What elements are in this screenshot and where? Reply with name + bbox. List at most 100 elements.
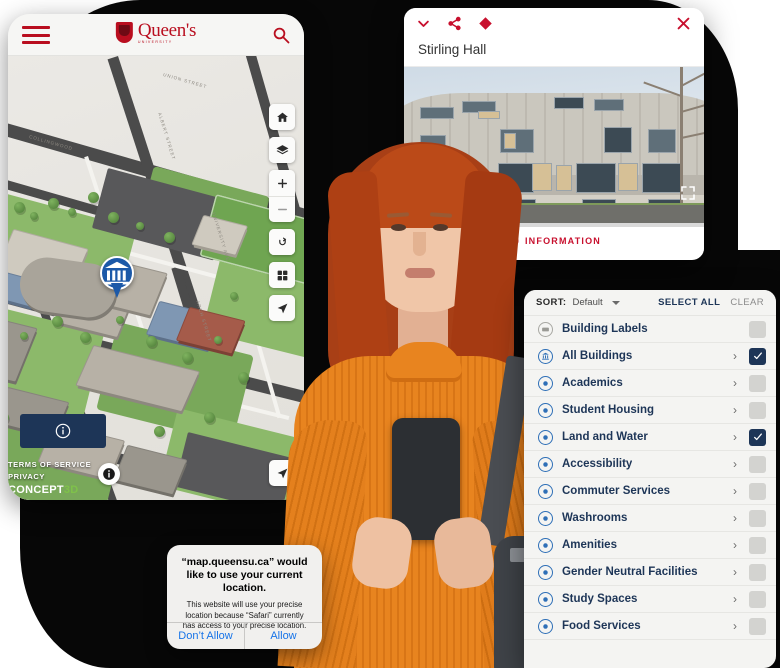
chevron-down-icon[interactable] bbox=[416, 16, 431, 31]
chevron-right-icon[interactable]: › bbox=[729, 349, 741, 363]
chevron-right-icon[interactable]: › bbox=[729, 457, 741, 471]
filter-row[interactable]: Study Spaces › bbox=[524, 586, 776, 613]
filter-checkbox[interactable] bbox=[749, 428, 766, 446]
street-label: ALBERT STREET bbox=[157, 112, 177, 161]
commuter-icon bbox=[538, 483, 553, 499]
logo-wordmark: Queen's bbox=[137, 20, 197, 41]
filter-row-label: Washrooms bbox=[562, 512, 628, 524]
queens-crest-icon bbox=[115, 22, 133, 44]
filter-checkbox[interactable] bbox=[749, 455, 766, 473]
hamburger-icon[interactable] bbox=[22, 26, 50, 44]
filter-row[interactable]: Amenities › bbox=[524, 532, 776, 559]
search-icon[interactable] bbox=[272, 26, 290, 44]
study-spaces-icon bbox=[538, 591, 553, 607]
filter-row[interactable]: Land and Water › bbox=[524, 424, 776, 451]
filter-row-label: Commuter Services bbox=[562, 485, 671, 497]
info-circle-icon bbox=[55, 423, 71, 439]
map-app-header: Queen's UNIVERSITY bbox=[8, 14, 304, 56]
amenities-icon bbox=[538, 537, 553, 553]
queens-university-logo: Queen's UNIVERSITY bbox=[115, 20, 197, 45]
pin-tail bbox=[111, 283, 123, 298]
dont-allow-button[interactable]: Don’t Allow bbox=[167, 623, 245, 649]
fullscreen-expand-icon[interactable] bbox=[680, 185, 696, 201]
terms-of-service-link[interactable]: TERMS OF SERVICE bbox=[8, 459, 158, 471]
filter-row[interactable]: Food Services › bbox=[524, 613, 776, 640]
map-filter-panel: SORT: Default SELECT ALL CLEAR Building … bbox=[524, 290, 776, 668]
location-permission-dialog: “map.queensu.ca” would like to use your … bbox=[167, 545, 322, 649]
filter-row-label: Gender Neutral Facilities bbox=[562, 566, 698, 578]
land-water-icon bbox=[538, 429, 553, 445]
clear-button[interactable]: CLEAR bbox=[730, 297, 764, 308]
chevron-right-icon[interactable]: › bbox=[729, 484, 741, 498]
filter-checkbox[interactable] bbox=[749, 509, 766, 527]
food-icon bbox=[538, 618, 553, 634]
filter-checkbox[interactable] bbox=[749, 401, 766, 419]
housing-icon bbox=[538, 402, 553, 418]
chevron-right-icon[interactable]: › bbox=[729, 619, 741, 633]
nose bbox=[413, 232, 426, 256]
filter-row[interactable]: All Buildings › bbox=[524, 343, 776, 370]
washroom-icon bbox=[538, 510, 553, 526]
photo-card-toolbar bbox=[404, 8, 704, 38]
filter-checkbox[interactable] bbox=[749, 563, 766, 581]
chevron-down-icon[interactable] bbox=[611, 300, 620, 305]
screenshot-root: Queen's UNIVERSITY UNION STREET COLLINGW… bbox=[0, 0, 780, 668]
logo-subtext: UNIVERSITY bbox=[137, 40, 173, 44]
filter-row[interactable]: Washrooms › bbox=[524, 505, 776, 532]
filter-row-label: Accessibility bbox=[562, 458, 633, 470]
sort-label: SORT: bbox=[536, 297, 567, 308]
filter-row-label: Land and Water bbox=[562, 431, 648, 443]
eye-right bbox=[433, 224, 448, 231]
filter-row[interactable]: Accessibility › bbox=[524, 451, 776, 478]
privacy-link[interactable]: PRIVACY bbox=[8, 471, 158, 483]
filter-row[interactable]: Academics › bbox=[524, 370, 776, 397]
chevron-right-icon[interactable]: › bbox=[729, 565, 741, 579]
filter-row-list: Building Labels All Buildings › Academics › S… bbox=[524, 316, 776, 640]
filter-checkbox[interactable] bbox=[749, 536, 766, 554]
filter-row[interactable]: Gender Neutral Facilities › bbox=[524, 559, 776, 586]
filter-checkbox[interactable] bbox=[749, 347, 766, 365]
academics-icon bbox=[538, 375, 553, 391]
select-all-button[interactable]: SELECT ALL bbox=[658, 297, 720, 308]
sort-value[interactable]: Default bbox=[573, 297, 603, 308]
chevron-right-icon[interactable]: › bbox=[729, 403, 741, 417]
concept3d-brand: CONCEPT3D bbox=[8, 484, 158, 496]
map-legal-badge bbox=[20, 414, 106, 448]
chevron-right-icon[interactable]: › bbox=[729, 376, 741, 390]
filter-checkbox[interactable] bbox=[749, 617, 766, 635]
concept3d-brand-main: CONCEPT bbox=[8, 484, 64, 496]
filter-row-label: All Buildings bbox=[562, 350, 633, 362]
allow-button[interactable]: Allow bbox=[245, 623, 322, 649]
filter-panel-header: SORT: Default SELECT ALL CLEAR bbox=[524, 290, 776, 316]
share-icon[interactable] bbox=[447, 16, 462, 31]
building-title: Stirling Hall bbox=[404, 38, 704, 67]
label-tag-icon bbox=[538, 321, 553, 337]
filter-row-label: Study Spaces bbox=[562, 593, 638, 605]
filter-checkbox[interactable] bbox=[749, 320, 766, 338]
filter-checkbox[interactable] bbox=[749, 374, 766, 392]
street-label: UNION STREET bbox=[162, 72, 208, 90]
dialog-actions: Don’t Allow Allow bbox=[167, 622, 322, 649]
chevron-right-icon[interactable]: › bbox=[729, 538, 741, 552]
accessibility-icon bbox=[538, 456, 553, 472]
map-legal-links: TERMS OF SERVICE PRIVACY CONCEPT3D bbox=[8, 459, 158, 496]
close-icon[interactable] bbox=[675, 15, 692, 32]
chevron-right-icon[interactable]: › bbox=[729, 592, 741, 606]
chevron-right-icon[interactable]: › bbox=[729, 511, 741, 525]
lips bbox=[405, 268, 435, 278]
filter-row-label: Food Services bbox=[562, 620, 641, 632]
eye-left bbox=[391, 224, 406, 231]
filter-row-label: Academics bbox=[562, 377, 623, 389]
filter-row[interactable]: Building Labels bbox=[524, 316, 776, 343]
filter-row[interactable]: Commuter Services › bbox=[524, 478, 776, 505]
chevron-right-icon[interactable]: › bbox=[729, 430, 741, 444]
filter-row-label: Amenities bbox=[562, 539, 617, 551]
filter-row-label: Building Labels bbox=[562, 323, 648, 335]
filter-row[interactable]: Student Housing › bbox=[524, 397, 776, 424]
selected-building-map-pin[interactable] bbox=[100, 256, 134, 300]
filter-checkbox[interactable] bbox=[749, 482, 766, 500]
filter-checkbox[interactable] bbox=[749, 590, 766, 608]
concept3d-brand-suffix: 3D bbox=[63, 484, 79, 496]
map-marker-diamond-icon[interactable] bbox=[478, 16, 493, 31]
filter-row-label: Student Housing bbox=[562, 404, 654, 416]
